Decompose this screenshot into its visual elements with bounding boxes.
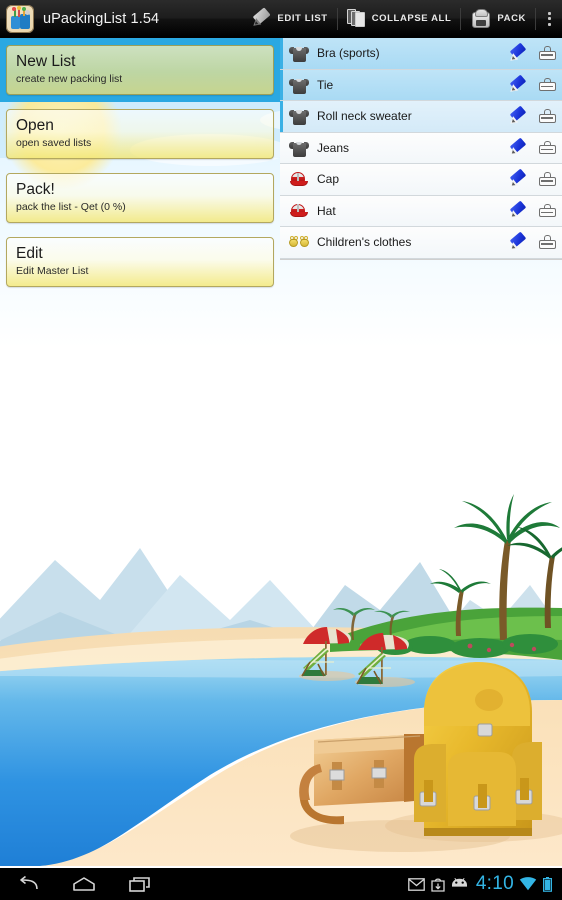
bag-icon bbox=[538, 172, 556, 187]
row-edit-button[interactable] bbox=[502, 101, 532, 132]
list-item-label: Roll neck sweater bbox=[317, 109, 412, 124]
home-icon[interactable] bbox=[56, 868, 112, 900]
menu-item-subtitle: open saved lists bbox=[16, 137, 92, 149]
table-row[interactable]: Roll neck sweater bbox=[280, 101, 562, 133]
table-row[interactable]: Hat bbox=[280, 195, 562, 227]
blue-pencil-icon bbox=[507, 137, 528, 159]
row-pack-button[interactable] bbox=[532, 101, 562, 132]
download-icon bbox=[431, 877, 445, 892]
list-item-label: Bra (sports) bbox=[317, 46, 380, 61]
tshirt-icon bbox=[288, 42, 310, 64]
list-item-label: Hat bbox=[317, 203, 336, 218]
menu-item-subtitle: create new packing list bbox=[16, 73, 123, 85]
list-item-label: Jeans bbox=[317, 140, 350, 155]
edit-list-label: EDIT LIST bbox=[277, 13, 328, 24]
overflow-menu-icon[interactable] bbox=[536, 0, 562, 38]
table-row[interactable]: Children's clothes bbox=[280, 227, 562, 259]
blue-pencil-icon bbox=[507, 42, 528, 64]
list-item-label: Cap bbox=[317, 172, 340, 187]
row-pack-button[interactable] bbox=[532, 227, 562, 258]
menu-item-open[interactable]: Open open saved lists bbox=[0, 102, 280, 166]
menu-item-pack[interactable]: Pack! pack the list - Qet (0 %) bbox=[0, 166, 280, 230]
booties-icon bbox=[288, 231, 310, 253]
bag-icon bbox=[538, 140, 556, 155]
android-icon bbox=[451, 878, 468, 890]
packing-item-list: Bra (sports) Tie Roll neck sweater Jeans… bbox=[280, 38, 562, 260]
cap-icon bbox=[288, 200, 310, 222]
action-bar: uPackingList 1.54 EDIT LIST COLLAPSE ALL… bbox=[0, 0, 562, 38]
menu-item-subtitle: pack the list - Qet (0 %) bbox=[16, 201, 126, 213]
back-icon[interactable] bbox=[0, 868, 56, 900]
wifi-icon bbox=[519, 877, 537, 891]
pack-label: PACK bbox=[497, 13, 526, 24]
row-edit-button[interactable] bbox=[502, 164, 532, 195]
row-edit-button[interactable] bbox=[502, 227, 532, 258]
main-menu-panel: New List create new packing list Open op… bbox=[0, 38, 280, 294]
row-pack-button[interactable] bbox=[532, 164, 562, 195]
app-title: uPackingList 1.54 bbox=[43, 10, 160, 27]
backpack-icon bbox=[470, 8, 492, 29]
menu-item-title: Pack! bbox=[16, 181, 55, 198]
edit-list-button[interactable]: EDIT LIST bbox=[241, 0, 336, 38]
blue-pencil-icon bbox=[507, 231, 528, 253]
tshirt-icon bbox=[288, 137, 310, 159]
menu-item-title: New List bbox=[16, 53, 76, 70]
row-pack-button[interactable] bbox=[532, 195, 562, 226]
menu-item-subtitle: Edit Master List bbox=[16, 265, 89, 277]
table-row[interactable]: Jeans bbox=[280, 132, 562, 164]
blue-pencil-icon bbox=[507, 105, 528, 127]
blue-pencil-icon bbox=[507, 168, 528, 190]
pack-button[interactable]: PACK bbox=[461, 0, 535, 38]
menu-item-edit[interactable]: Edit Edit Master List bbox=[0, 230, 280, 294]
pencil-icon bbox=[250, 6, 272, 30]
cap-icon bbox=[288, 168, 310, 190]
row-edit-button[interactable] bbox=[502, 132, 532, 163]
tshirt-icon bbox=[288, 74, 310, 96]
bag-icon bbox=[538, 77, 556, 92]
bag-icon bbox=[538, 46, 556, 61]
menu-item-title: Edit bbox=[16, 245, 43, 262]
bag-icon bbox=[538, 203, 556, 218]
bag-icon bbox=[538, 109, 556, 124]
list-item-label: Children's clothes bbox=[317, 235, 412, 250]
status-clock: 4:10 bbox=[475, 873, 514, 894]
blue-pencil-icon bbox=[507, 74, 528, 96]
collapse-all-button[interactable]: COLLAPSE ALL bbox=[338, 0, 461, 38]
row-edit-button[interactable] bbox=[502, 38, 532, 69]
tshirt-icon bbox=[288, 105, 310, 127]
list-item-label: Tie bbox=[317, 77, 334, 92]
table-row[interactable]: Cap bbox=[280, 164, 562, 196]
app-gift-icon[interactable] bbox=[6, 4, 34, 33]
row-pack-button[interactable] bbox=[532, 132, 562, 163]
row-pack-button[interactable] bbox=[532, 69, 562, 100]
bag-icon bbox=[538, 235, 556, 250]
collapse-all-label: COLLAPSE ALL bbox=[371, 13, 452, 24]
blue-pencil-icon bbox=[507, 200, 528, 222]
table-row[interactable]: Tie bbox=[280, 69, 562, 101]
table-row[interactable]: Bra (sports) bbox=[280, 38, 562, 70]
row-pack-button[interactable] bbox=[532, 38, 562, 69]
gmail-icon bbox=[407, 877, 425, 891]
recents-icon[interactable] bbox=[112, 868, 168, 900]
menu-item-new-list[interactable]: New List create new packing list bbox=[0, 38, 280, 102]
system-navigation-bar: 4:10 bbox=[0, 868, 562, 900]
layers-icon bbox=[346, 9, 367, 28]
battery-icon bbox=[543, 876, 552, 892]
row-edit-button[interactable] bbox=[502, 195, 532, 226]
menu-item-title: Open bbox=[16, 117, 54, 134]
row-edit-button[interactable] bbox=[502, 69, 532, 100]
